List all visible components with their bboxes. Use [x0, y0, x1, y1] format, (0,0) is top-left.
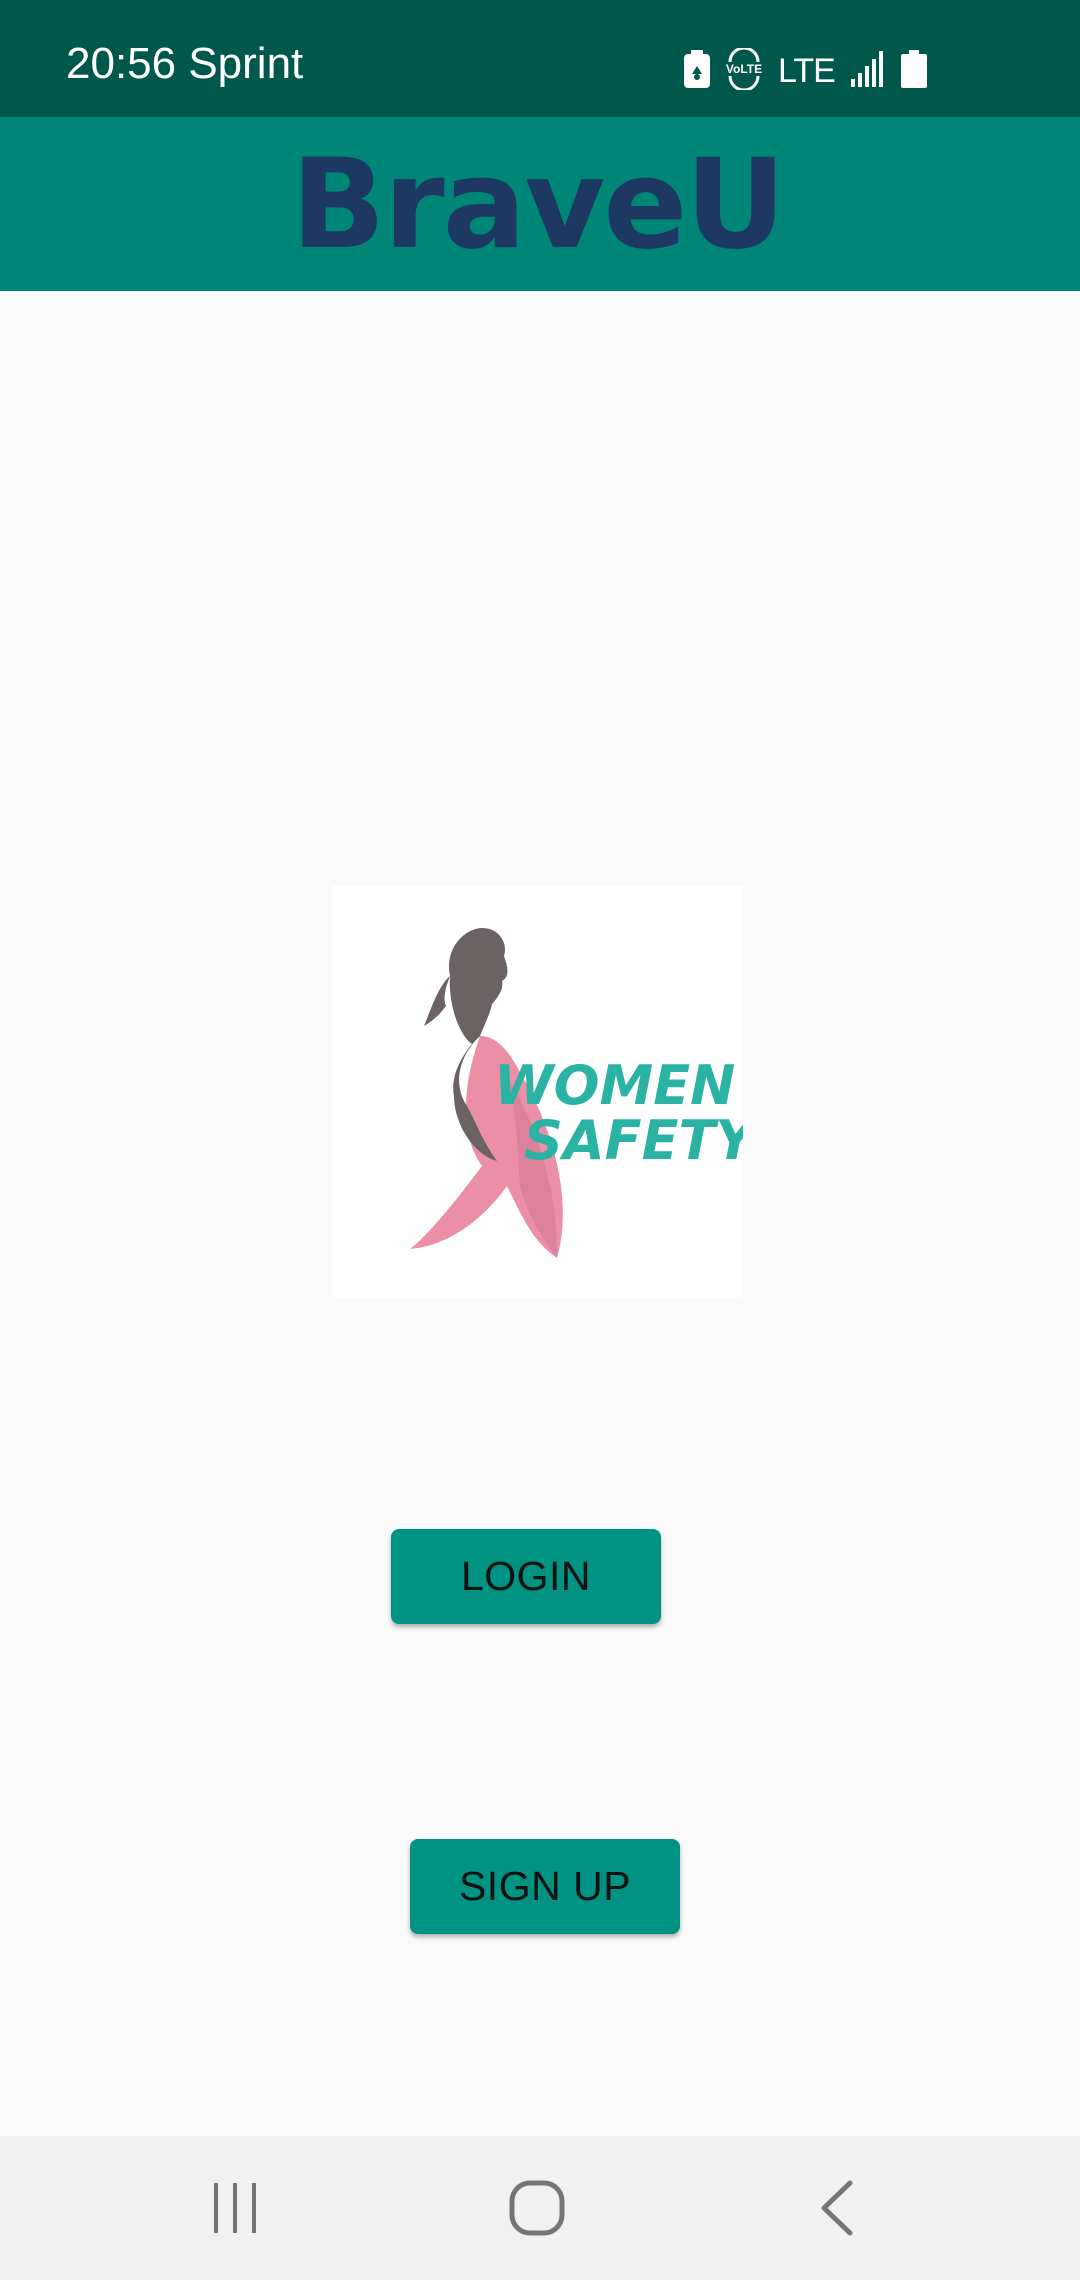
logo-text-safety: SAFETY [524, 1109, 743, 1172]
recent-apps-button[interactable] [175, 2136, 295, 2280]
login-button[interactable]: LOGIN [391, 1529, 661, 1624]
volte-icon: VoLTE [726, 46, 762, 95]
back-button[interactable] [777, 2136, 897, 2280]
navigation-bar [0, 2136, 1080, 2280]
status-icons: VoLTE LTE [684, 46, 927, 95]
battery-saver-icon [684, 49, 710, 93]
logo-text-women: WOMEN [494, 1054, 735, 1117]
app-bar: BraveU [0, 117, 1080, 291]
home-icon [509, 2180, 565, 2236]
battery-icon [900, 49, 927, 93]
recent-apps-icon [214, 2183, 256, 2233]
lte-icon: LTE [778, 52, 836, 90]
home-button[interactable] [478, 2136, 598, 2280]
status-bar: 20:56 Sprint VoLTE LTE [0, 0, 1080, 117]
woman-silhouette-icon: WOMEN SAFETY [410, 928, 743, 1258]
women-safety-logo: WOMEN SAFETY [332, 886, 743, 1297]
back-icon [821, 2180, 853, 2236]
svg-text:VoLTE: VoLTE [726, 62, 762, 76]
signup-button[interactable]: SIGN UP [410, 1839, 680, 1934]
status-time-carrier: 20:56 Sprint [66, 39, 304, 88]
signal-icon [850, 50, 885, 92]
app-title: BraveU [291, 133, 786, 277]
